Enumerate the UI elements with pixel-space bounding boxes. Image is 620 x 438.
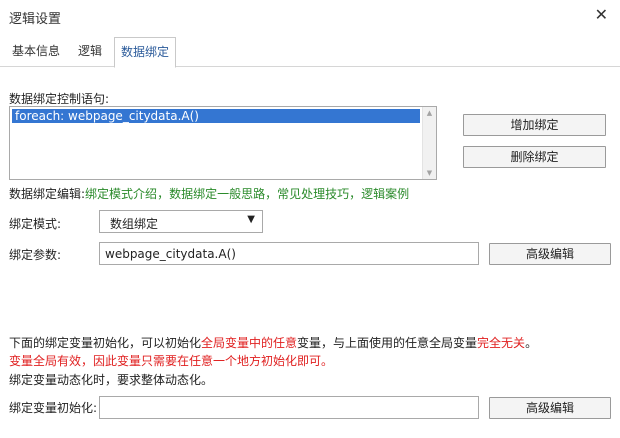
init-variable-label: 绑定变量初始化:	[9, 401, 98, 415]
binding-edit-links: 数据绑定编辑:绑定模式介绍，数据绑定一般思路，常见处理技巧，逻辑案例	[9, 185, 409, 202]
advanced-edit-button[interactable]: 高级编辑	[489, 243, 611, 265]
tab-basic-info[interactable]: 基本信息	[6, 37, 66, 67]
tab-data-binding[interactable]: 数据绑定	[114, 37, 177, 68]
init-note-line-1: 下面的绑定变量初始化，可以初始化全局变量中的任意变量，与上面使用的任意全局变量完…	[9, 334, 537, 351]
link-logic-cases[interactable]: 逻辑案例	[361, 187, 409, 201]
chevron-down-icon: ▼	[247, 214, 255, 225]
note-highlight: 全局变量中的任意	[201, 336, 298, 350]
link-binding-mode-intro[interactable]: 绑定模式介绍	[85, 187, 157, 201]
link-binding-general-approach[interactable]: 数据绑定一般思路	[169, 187, 265, 201]
note-text: 。	[525, 336, 538, 350]
note-highlight: 完全无关	[477, 336, 526, 350]
add-binding-button[interactable]: 增加绑定	[463, 114, 606, 136]
binding-mode-label: 绑定模式:	[9, 217, 62, 231]
init-note-line-3: 绑定变量动态化时，要求整体动态化。	[9, 373, 214, 387]
init-note-line-2: 变量全局有效，因此变量只需要在任意一个地方初始化即可。	[9, 354, 334, 368]
init-variable-input[interactable]	[99, 396, 479, 419]
binding-control-label: 数据绑定控制语句:	[9, 92, 110, 106]
init-advanced-edit-button[interactable]: 高级编辑	[489, 397, 611, 419]
link-separator: ，	[265, 187, 278, 201]
binding-param-input[interactable]	[99, 242, 479, 265]
delete-binding-button[interactable]: 删除绑定	[463, 146, 606, 168]
note-text: 变量，与上面使用的任意全局变量	[297, 336, 478, 350]
binding-mode-select[interactable]: 数组绑定 ▼	[99, 210, 263, 233]
note-text: 下面的绑定变量初始化，可以初始化	[9, 336, 202, 350]
scroll-down-icon[interactable]: ▼	[423, 167, 436, 179]
binding-edit-prefix: 数据绑定编辑:	[9, 187, 86, 201]
binding-statement-list[interactable]: foreach: webpage_citydata.A() ▲ ▼	[9, 106, 437, 180]
dialog-title: 逻辑设置	[9, 12, 62, 27]
tab-bar: 基本信息 逻辑 数据绑定	[0, 37, 620, 68]
title-bar: 逻辑设置 ✕	[0, 0, 620, 34]
tab-logic[interactable]: 逻辑	[72, 37, 108, 67]
link-separator: ，	[157, 187, 170, 201]
scroll-up-icon[interactable]: ▲	[423, 107, 436, 119]
link-common-tips[interactable]: 常见处理技巧	[277, 187, 349, 201]
list-scrollbar[interactable]: ▲ ▼	[422, 107, 436, 179]
binding-mode-value: 数组绑定	[110, 217, 159, 231]
close-icon[interactable]: ✕	[595, 5, 608, 24]
binding-param-label: 绑定参数:	[9, 248, 62, 262]
binding-statement-item[interactable]: foreach: webpage_citydata.A()	[12, 109, 420, 123]
link-separator: ，	[349, 187, 362, 201]
